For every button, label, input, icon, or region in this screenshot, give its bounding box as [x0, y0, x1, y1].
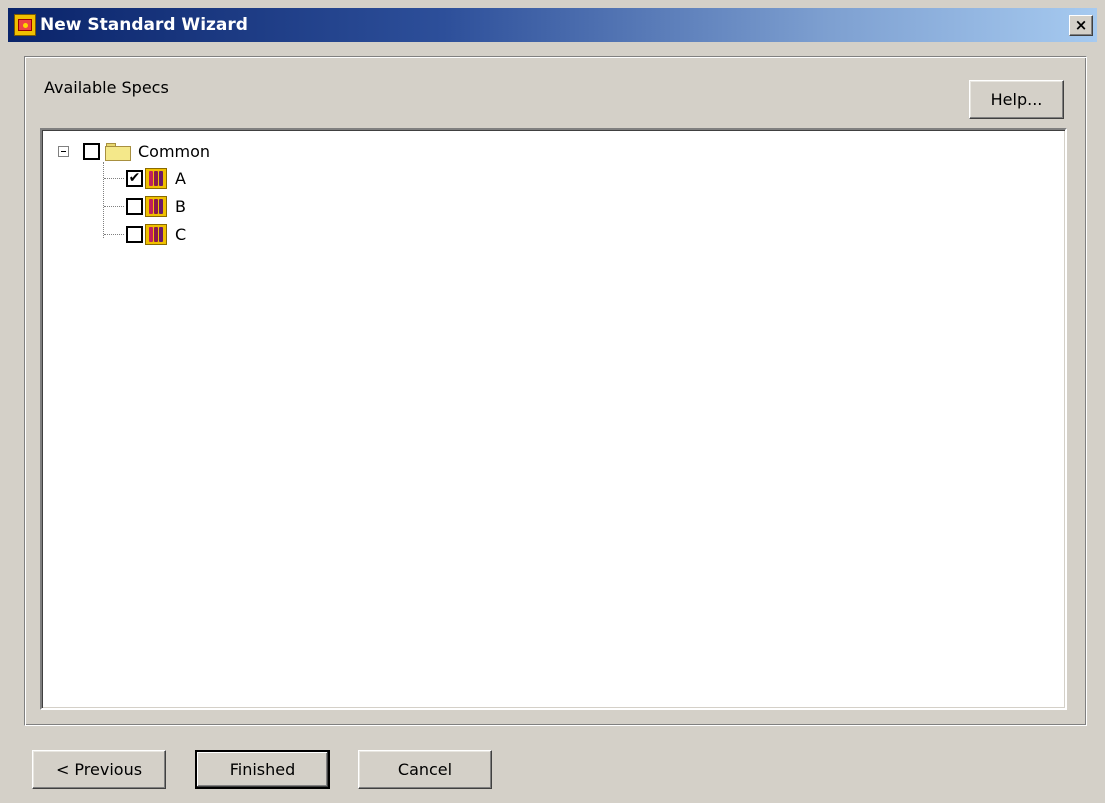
cancel-button[interactable]: Cancel [358, 750, 492, 789]
tree-node-checkbox-c[interactable] [126, 225, 143, 243]
help-button[interactable]: Help... [969, 80, 1064, 119]
app-icon [14, 14, 36, 36]
collapse-icon[interactable] [58, 145, 69, 157]
tree-connector-line [104, 178, 124, 179]
spec-book-icon [145, 223, 167, 245]
tree-node-label: C [175, 224, 187, 244]
tree-connector-line [104, 234, 124, 235]
close-button[interactable]: × [1069, 15, 1093, 36]
tree-node-common[interactable]: Common [58, 140, 210, 162]
tree-node-a[interactable]: ✔ A [126, 167, 186, 189]
tree-node-label: B [175, 196, 186, 216]
title-bar[interactable]: New Standard Wizard × [8, 8, 1097, 42]
spec-book-icon [145, 167, 167, 189]
tree-node-checkbox-b[interactable] [126, 197, 143, 215]
previous-button[interactable]: < Previous [32, 750, 166, 789]
tree-node-label: A [175, 168, 186, 188]
tree-connector-line [103, 162, 104, 238]
specs-tree-view[interactable]: Common ✔ A B C [40, 128, 1067, 710]
finished-button[interactable]: Finished [195, 750, 330, 789]
folder-icon [104, 142, 132, 161]
window-title: New Standard Wizard [40, 15, 248, 35]
tree-node-checkbox-common[interactable] [83, 142, 100, 160]
available-specs-label: Available Specs [44, 78, 169, 97]
tree-node-c[interactable]: C [126, 223, 186, 245]
tree-node-label: Common [138, 141, 211, 161]
tree-node-checkbox-a[interactable]: ✔ [126, 169, 143, 187]
spec-book-icon [145, 195, 167, 217]
tree-node-b[interactable]: B [126, 195, 186, 217]
tree-connector-line [104, 206, 124, 207]
close-icon: × [1074, 16, 1088, 34]
